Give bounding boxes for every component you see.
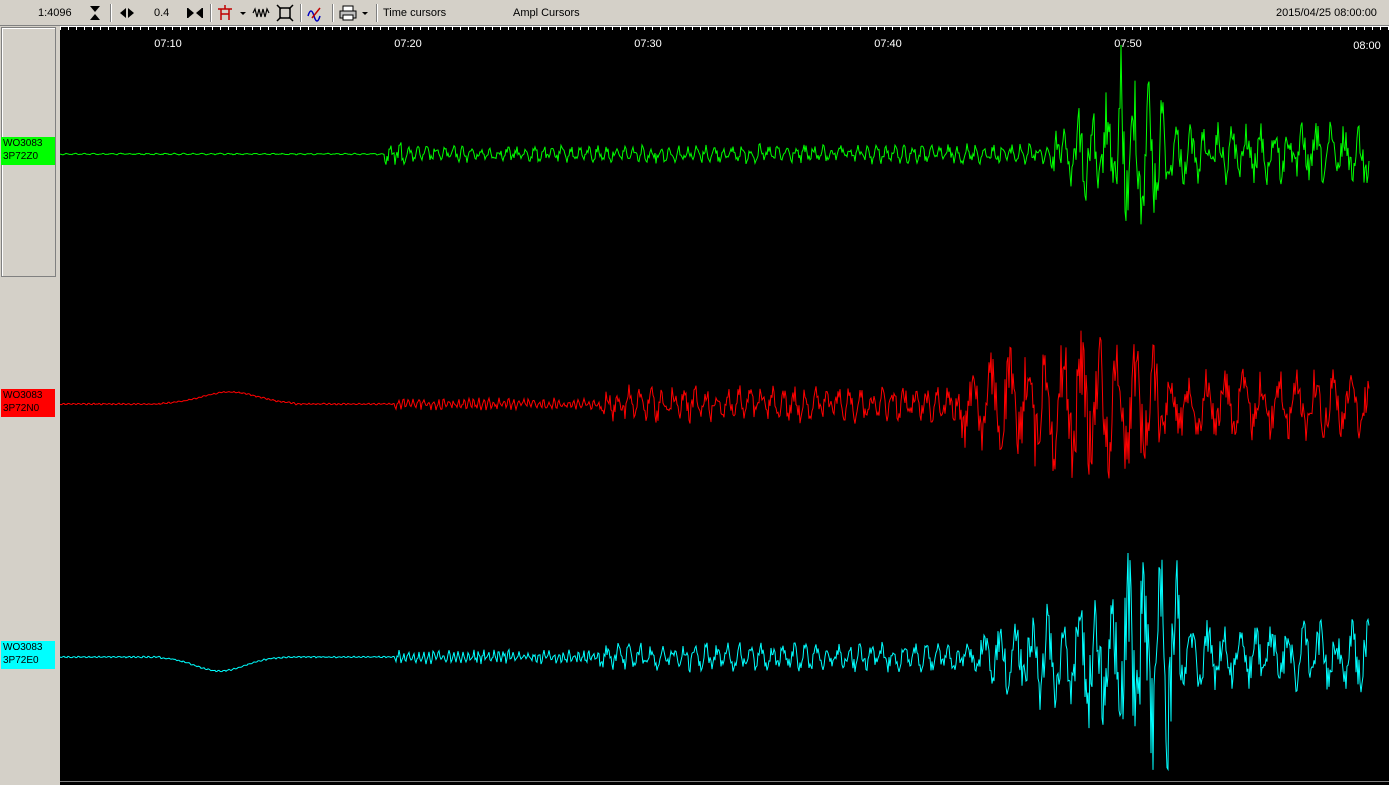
channel-label-e[interactable]: WO3083 3P72E0 xyxy=(1,641,55,669)
channel-label-z[interactable]: WO3083 3P72Z0 xyxy=(1,137,55,165)
tick-label: 07:10 xyxy=(154,38,182,50)
gain-value[interactable]: 0.4 xyxy=(154,4,169,22)
toolbar: 1:4096 0.4 Time cursors Ampl Cursors 201… xyxy=(0,0,1389,26)
filter-icon[interactable] xyxy=(216,4,236,22)
toolbar-separator xyxy=(210,4,212,22)
ampl-cursors-button[interactable]: Ampl Cursors xyxy=(513,4,580,22)
tick-label: 07:30 xyxy=(634,38,662,50)
seismogram-canvas[interactable]: 07:10 07:20 07:30 07:40 07:50 08:00 xyxy=(60,26,1389,785)
seismogram-plot[interactable]: 07:10 07:20 07:30 07:40 07:50 08:00 xyxy=(60,26,1389,785)
toolbar-separator xyxy=(332,4,334,22)
dropdown-arrow-icon[interactable] xyxy=(360,4,370,22)
scale-value[interactable]: 1:4096 xyxy=(38,4,72,22)
pan-horizontal-icon[interactable] xyxy=(118,4,138,22)
toolbar-separator xyxy=(376,4,378,22)
trace-e[interactable] xyxy=(60,552,1370,772)
toolbar-separator xyxy=(300,4,302,22)
channel-label-n[interactable]: WO3083 3P72N0 xyxy=(1,389,55,417)
trace-n[interactable] xyxy=(60,330,1370,479)
print-icon[interactable] xyxy=(338,4,358,22)
channel-component: 3P72N0 xyxy=(3,403,40,414)
tick-label: 08:00 xyxy=(1353,40,1381,52)
spectrum-icon[interactable] xyxy=(306,4,326,22)
fit-horizontal-icon[interactable] xyxy=(186,4,206,22)
channel-station: WO3083 xyxy=(3,390,43,401)
channel-component: 3P72Z0 xyxy=(3,151,39,162)
tick-label: 07:20 xyxy=(394,38,422,50)
current-datetime: 2015/04/25 08:00:00 xyxy=(1276,7,1377,19)
toolbar-separator xyxy=(110,4,112,22)
time-cursors-button[interactable]: Time cursors xyxy=(383,4,446,22)
tick-label: 07:40 xyxy=(874,38,902,50)
channel-station: WO3083 xyxy=(3,138,43,149)
dropdown-arrow-icon[interactable] xyxy=(238,4,248,22)
waveform-icon[interactable] xyxy=(252,4,272,22)
tick-label: 07:50 xyxy=(1114,38,1142,50)
channel-label-panel: WO3083 3P72Z0 WO3083 3P72N0 WO3083 3P72E… xyxy=(0,26,60,785)
trace-z[interactable] xyxy=(60,44,1370,225)
channel-station: WO3083 xyxy=(3,642,43,653)
zoom-vertical-icon[interactable] xyxy=(86,4,106,22)
channel-component: 3P72E0 xyxy=(3,655,39,666)
time-axis-labels: 07:10 07:20 07:30 07:40 07:50 08:00 xyxy=(154,38,1381,52)
fit-window-icon[interactable] xyxy=(276,4,296,22)
